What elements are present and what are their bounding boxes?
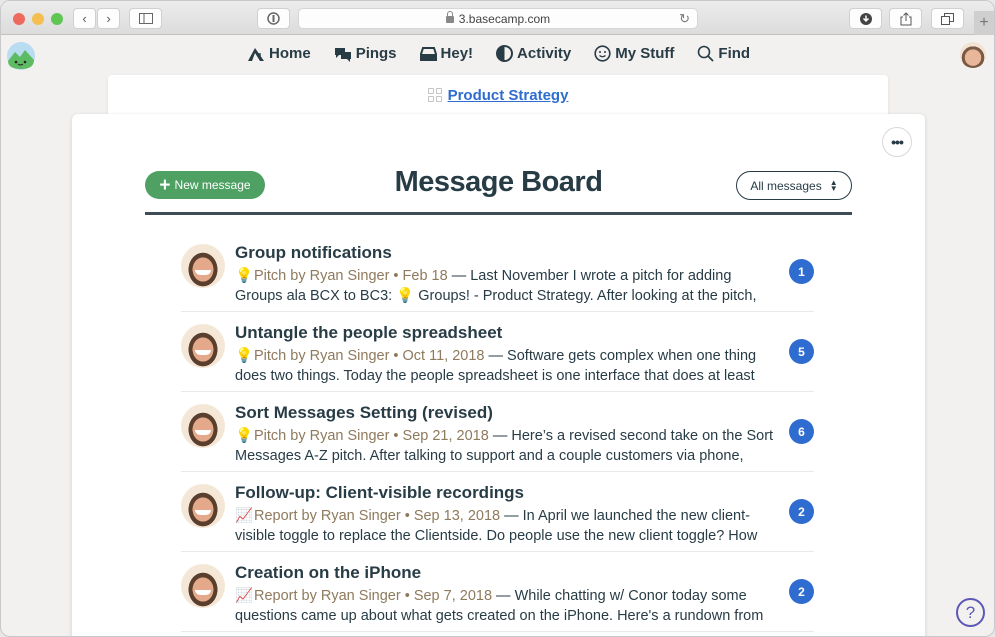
tabs-icon bbox=[941, 12, 954, 25]
password-manager-button[interactable] bbox=[257, 8, 290, 29]
author-avatar bbox=[181, 404, 225, 448]
new-message-button[interactable]: + New message bbox=[145, 171, 265, 199]
smiley-icon bbox=[594, 45, 611, 62]
comment-count-badge: 2 bbox=[789, 499, 814, 524]
author-avatar bbox=[181, 484, 225, 528]
message-excerpt: 📈Report by Ryan Singer • Sep 7, 2018 — W… bbox=[235, 586, 780, 626]
message-title[interactable]: Sort Messages Setting (revised) bbox=[235, 403, 493, 423]
message-title[interactable]: Follow-up: Client-visible recordings bbox=[235, 483, 524, 503]
message-title[interactable]: Creation on the iPhone bbox=[235, 563, 421, 583]
back-button[interactable]: ‹ bbox=[73, 8, 96, 29]
message-board-card: ••• Message Board + New message All mess… bbox=[72, 114, 925, 636]
author-avatar bbox=[181, 244, 225, 288]
author-avatar bbox=[181, 324, 225, 368]
downloads-button[interactable] bbox=[849, 8, 882, 29]
lightbulb-icon: 💡 bbox=[235, 348, 254, 364]
message-meta: Pitch by Ryan Singer • Sep 21, 2018 bbox=[254, 428, 489, 444]
pings-icon bbox=[334, 47, 351, 62]
message-excerpt: 💡Pitch by Ryan Singer • Sep 21, 2018 — H… bbox=[235, 426, 780, 466]
nav-my-stuff-label: My Stuff bbox=[615, 45, 675, 62]
nav-find[interactable]: Find bbox=[697, 45, 750, 62]
chevron-left-icon: ‹ bbox=[82, 11, 87, 26]
reload-icon[interactable]: ↻ bbox=[679, 11, 690, 27]
my-avatar[interactable] bbox=[960, 42, 986, 68]
nav-activity-label: Activity bbox=[517, 45, 572, 62]
message-excerpt: 💡Pitch by Ryan Singer • Oct 11, 2018 — S… bbox=[235, 346, 780, 386]
new-tab-button[interactable]: + bbox=[974, 11, 994, 35]
sidebar-toggle-button[interactable] bbox=[129, 8, 162, 29]
nav-hey-label: Hey! bbox=[440, 45, 474, 62]
breadcrumb-project-link[interactable]: Product Strategy bbox=[448, 87, 569, 104]
message-title[interactable]: Untangle the people spreadsheet bbox=[235, 323, 502, 343]
help-button[interactable]: ? bbox=[956, 598, 985, 627]
message-row[interactable]: Follow-up: Client-visible recordings 📈Re… bbox=[181, 472, 814, 552]
nav-find-label: Find bbox=[718, 45, 751, 62]
message-excerpt: 📈Report by Ryan Singer • Sep 13, 2018 — … bbox=[235, 506, 780, 546]
message-row[interactable]: Creation on the iPhone 📈Report by Ryan S… bbox=[181, 552, 814, 632]
comment-count-badge: 5 bbox=[789, 339, 814, 364]
message-row[interactable]: Untangle the people spreadsheet 💡Pitch b… bbox=[181, 312, 814, 392]
comment-count-badge: 2 bbox=[789, 579, 814, 604]
message-meta: Report by Ryan Singer • Sep 7, 2018 bbox=[254, 588, 493, 604]
author-avatar bbox=[181, 564, 225, 608]
message-title[interactable]: Group notifications bbox=[235, 243, 392, 263]
new-message-label: New message bbox=[174, 178, 251, 192]
chart-increasing-icon: 📈 bbox=[235, 588, 254, 604]
search-icon bbox=[698, 45, 715, 62]
nav-home[interactable]: Home bbox=[247, 45, 311, 62]
basecamp-logo-icon[interactable] bbox=[6, 41, 36, 71]
forward-button[interactable]: › bbox=[97, 8, 120, 29]
download-icon bbox=[859, 12, 872, 25]
project-grid-icon bbox=[427, 88, 442, 102]
message-meta: Pitch by Ryan Singer • Oct 11, 2018 bbox=[254, 348, 485, 364]
select-arrows-icon: ▲ ▼ bbox=[829, 177, 838, 193]
zoom-window-button[interactable] bbox=[51, 13, 63, 25]
message-excerpt: 💡Pitch by Ryan Singer • Feb 18 — Last No… bbox=[235, 266, 780, 306]
message-meta: Pitch by Ryan Singer • Feb 18 bbox=[254, 268, 448, 284]
nav-pings[interactable]: Pings bbox=[334, 45, 397, 62]
nav-pings-label: Pings bbox=[355, 45, 397, 62]
url-text: 3.basecamp.com bbox=[458, 11, 551, 26]
share-icon bbox=[900, 11, 911, 25]
comment-count-badge: 1 bbox=[789, 259, 814, 284]
close-window-button[interactable] bbox=[13, 13, 25, 25]
browser-toolbar: ‹ › 3.basecamp.com ↻ + bbox=[1, 1, 994, 35]
plus-icon: + bbox=[159, 174, 171, 196]
breadcrumb: Product Strategy bbox=[108, 75, 888, 115]
minimize-window-button[interactable] bbox=[32, 13, 44, 25]
message-filter-select[interactable]: All messages ▲ ▼ bbox=[736, 171, 852, 200]
more-options-button[interactable]: ••• bbox=[882, 127, 912, 157]
onepassword-icon bbox=[267, 12, 280, 25]
filter-label: All messages bbox=[750, 178, 822, 193]
address-bar[interactable]: 3.basecamp.com ↻ bbox=[298, 8, 698, 29]
nav-hey[interactable]: Hey! bbox=[419, 45, 474, 62]
chart-increasing-icon: 📈 bbox=[235, 508, 254, 524]
home-icon bbox=[248, 47, 264, 61]
sidebar-icon bbox=[138, 13, 153, 24]
app-nav: Home Pings Hey! Activity My Stuff Find bbox=[1, 35, 994, 75]
activity-icon bbox=[496, 45, 514, 62]
title-divider bbox=[145, 212, 852, 215]
inbox-icon bbox=[419, 47, 437, 61]
tabs-overview-button[interactable] bbox=[931, 8, 964, 29]
nav-home-label: Home bbox=[269, 45, 311, 62]
lightbulb-icon: 💡 bbox=[235, 428, 254, 444]
share-button[interactable] bbox=[889, 8, 922, 29]
message-row[interactable]: Group notifications 💡Pitch by Ryan Singe… bbox=[181, 232, 814, 312]
comment-count-badge: 6 bbox=[789, 419, 814, 444]
nav-activity[interactable]: Activity bbox=[496, 45, 571, 62]
message-list: Group notifications 💡Pitch by Ryan Singe… bbox=[181, 232, 814, 632]
nav-my-stuff[interactable]: My Stuff bbox=[594, 45, 674, 62]
message-row[interactable]: Sort Messages Setting (revised) 💡Pitch b… bbox=[181, 392, 814, 472]
chevron-right-icon: › bbox=[106, 11, 111, 26]
lightbulb-icon: 💡 bbox=[235, 268, 254, 284]
message-meta: Report by Ryan Singer • Sep 13, 2018 bbox=[254, 508, 501, 524]
browser-window: ‹ › 3.basecamp.com ↻ + Home Pings Hey! A… bbox=[0, 0, 995, 637]
lock-icon bbox=[445, 11, 454, 23]
